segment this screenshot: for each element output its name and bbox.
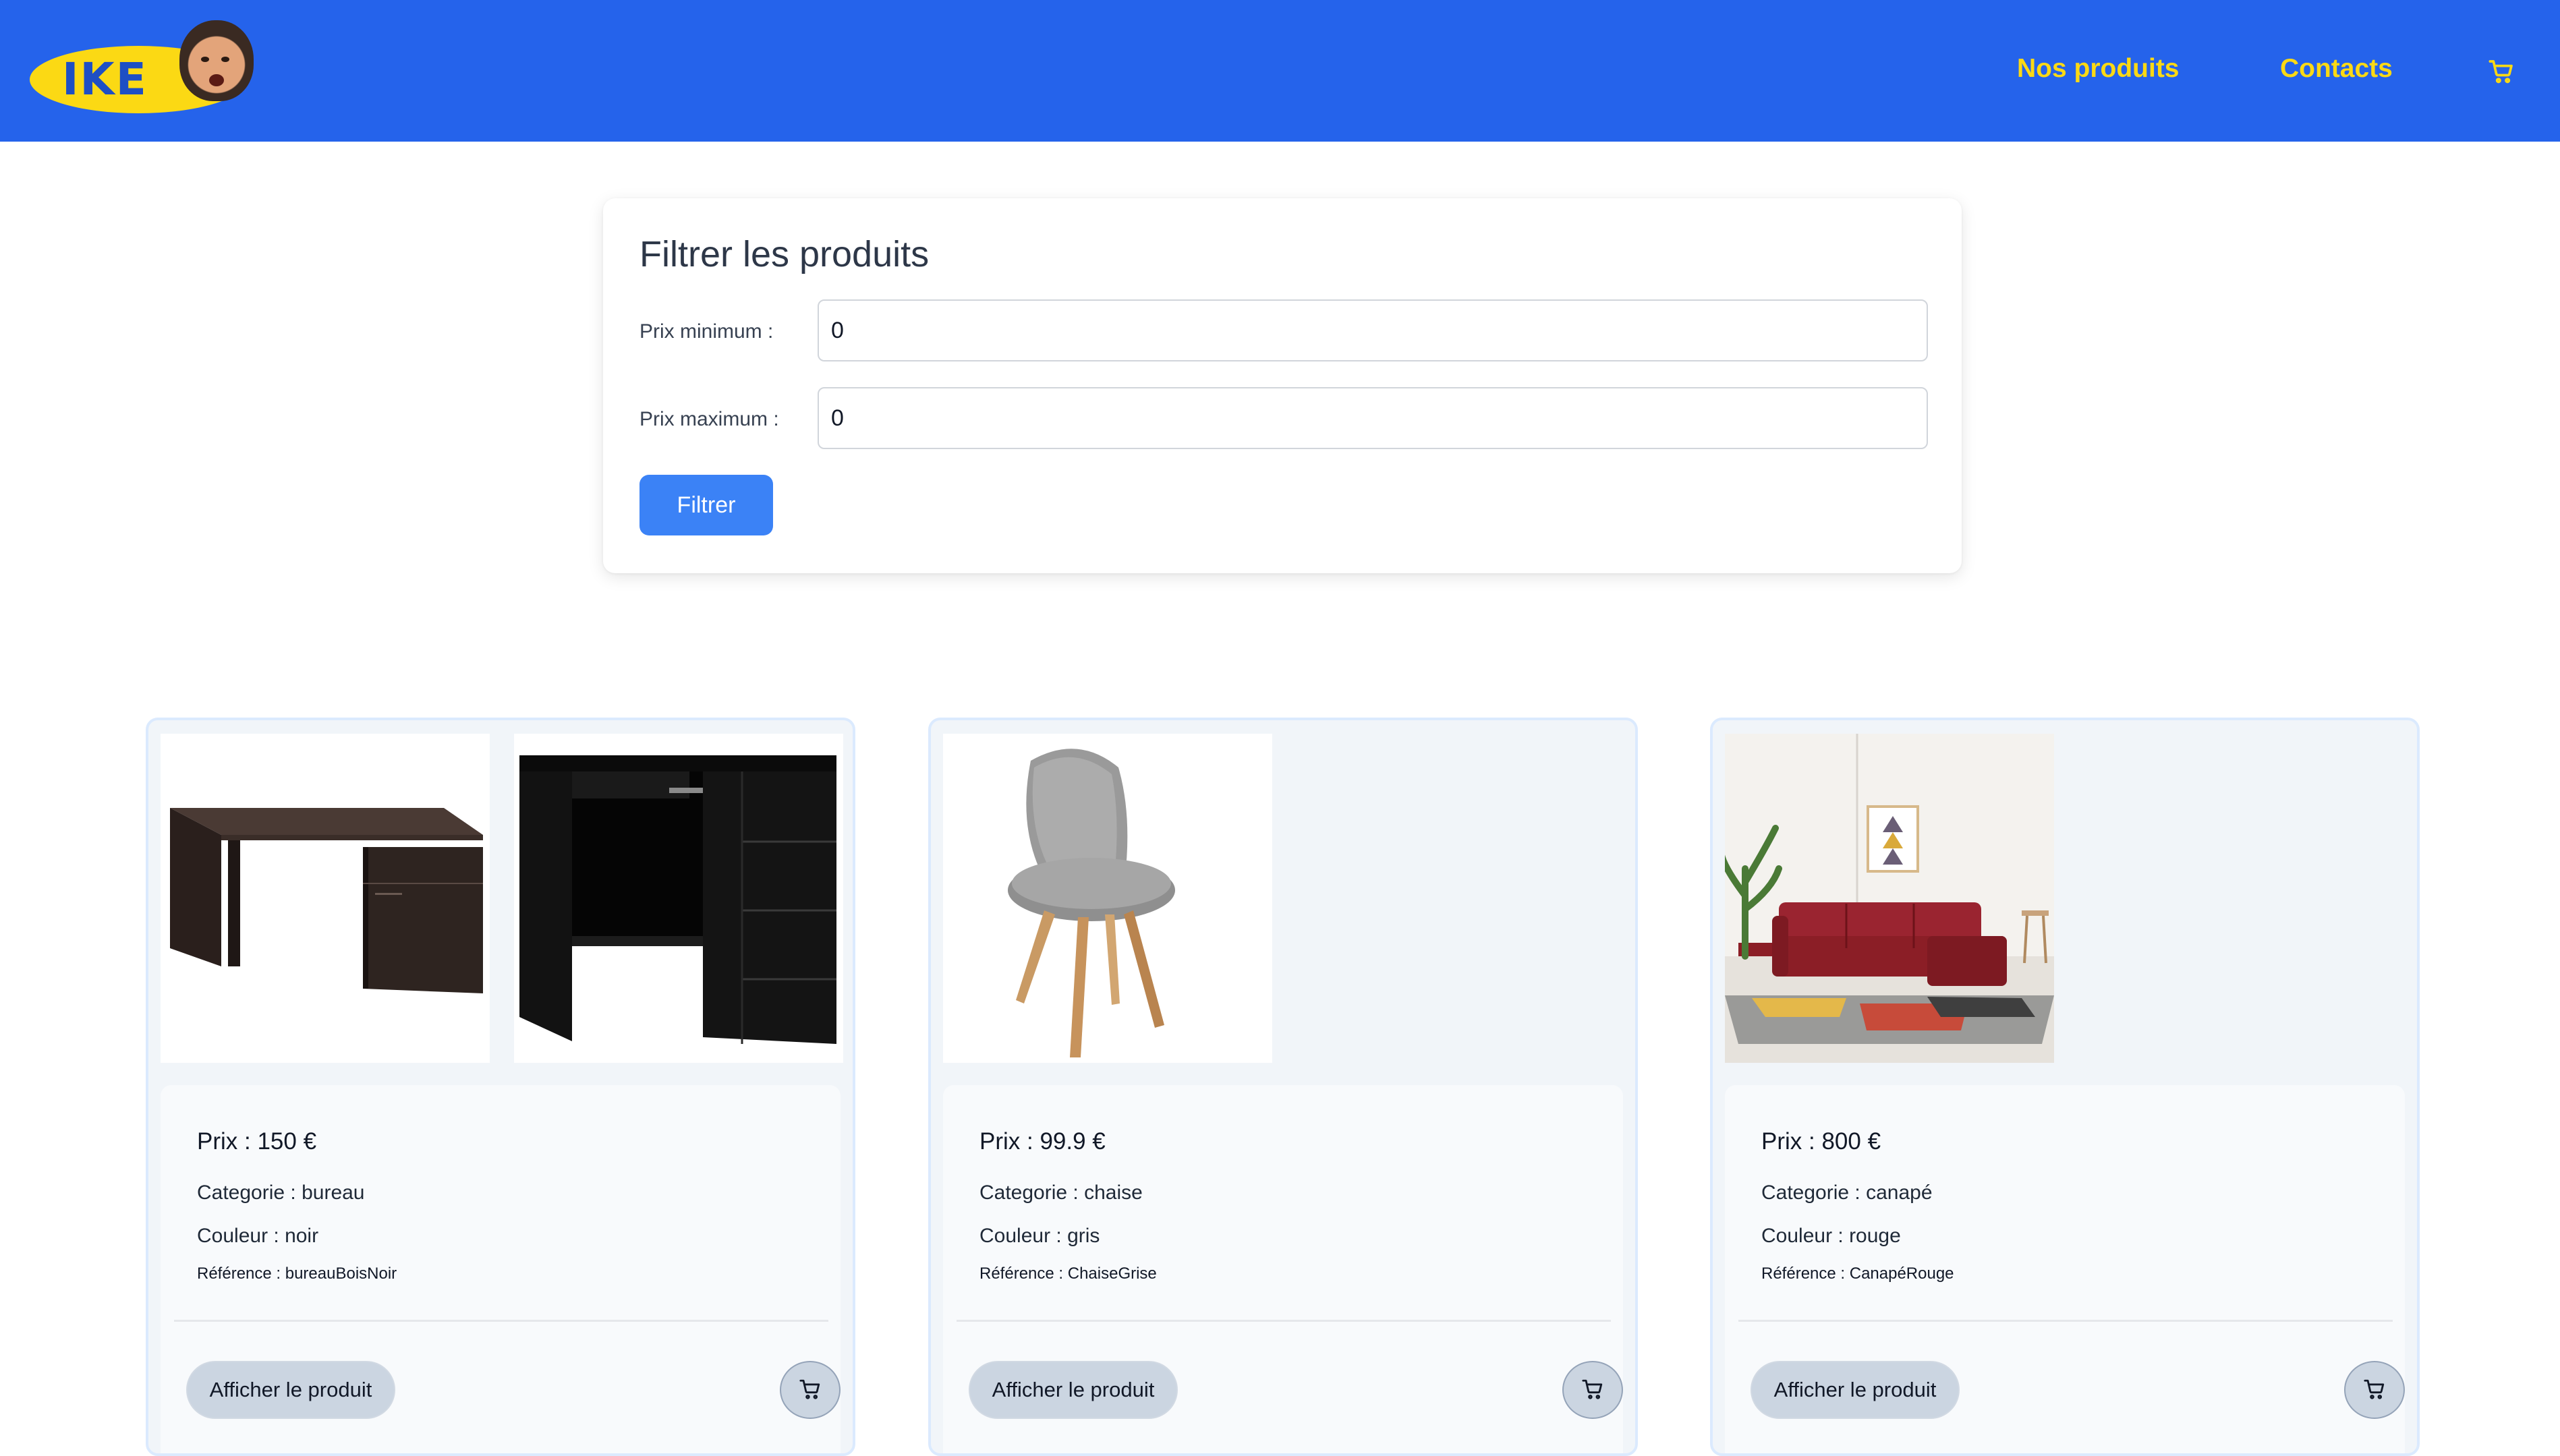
product-card: Prix : 150 € Categorie : bureau Couleur … bbox=[146, 718, 855, 1456]
cart-icon bbox=[1582, 1379, 1603, 1399]
product-price: Prix : 99.9 € bbox=[979, 1128, 1106, 1155]
logo-text: IKE bbox=[62, 53, 148, 105]
product-image-desk-black[interactable] bbox=[514, 734, 843, 1063]
product-category: Categorie : chaise bbox=[979, 1182, 1143, 1204]
top-navbar: IKE Nos produits Contacts bbox=[0, 0, 2560, 142]
product-price: Prix : 800 € bbox=[1761, 1128, 1881, 1155]
max-price-label: Prix maximum : bbox=[639, 408, 779, 430]
product-reference: Référence : bureauBoisNoir bbox=[197, 1264, 397, 1283]
cart-icon[interactable] bbox=[2488, 58, 2515, 85]
view-product-button[interactable]: Afficher le produit bbox=[1751, 1361, 1960, 1419]
product-card: Prix : 800 € Categorie : canapé Couleur … bbox=[1710, 718, 2420, 1456]
product-color: Couleur : rouge bbox=[1761, 1225, 1901, 1247]
filter-panel: Filtrer les produits Prix minimum : Prix… bbox=[603, 198, 1962, 573]
filter-title: Filtrer les produits bbox=[639, 234, 930, 274]
view-product-button[interactable]: Afficher le produit bbox=[969, 1361, 1178, 1419]
add-to-cart-button[interactable] bbox=[2344, 1361, 2405, 1419]
product-info: Prix : 99.9 € Categorie : chaise Couleur… bbox=[943, 1085, 1623, 1453]
product-color: Couleur : gris bbox=[979, 1225, 1100, 1247]
divider bbox=[174, 1320, 828, 1322]
min-price-input[interactable] bbox=[818, 299, 1928, 361]
product-category: Categorie : bureau bbox=[197, 1182, 365, 1204]
product-image-desk-brown[interactable] bbox=[161, 734, 490, 1063]
ikea-logo[interactable]: IKE bbox=[30, 20, 254, 115]
product-reference: Référence : ChaiseGrise bbox=[979, 1264, 1157, 1283]
divider bbox=[957, 1320, 1611, 1322]
product-image-chair-grey[interactable] bbox=[943, 734, 1272, 1063]
logo-face-image bbox=[179, 20, 254, 101]
product-image-sofa-red[interactable] bbox=[1725, 734, 2054, 1063]
product-color: Couleur : noir bbox=[197, 1225, 319, 1247]
max-price-input[interactable] bbox=[818, 387, 1928, 449]
product-reference: Référence : CanapéRouge bbox=[1761, 1264, 1954, 1283]
product-info: Prix : 150 € Categorie : bureau Couleur … bbox=[161, 1085, 841, 1453]
add-to-cart-button[interactable] bbox=[1562, 1361, 1623, 1419]
cart-icon bbox=[2364, 1379, 2385, 1399]
cart-icon bbox=[799, 1379, 820, 1399]
nav-link-products[interactable]: Nos produits bbox=[2017, 53, 2180, 85]
product-category: Categorie : canapé bbox=[1761, 1182, 1933, 1204]
nav-link-contacts[interactable]: Contacts bbox=[2280, 53, 2393, 85]
view-product-button[interactable]: Afficher le produit bbox=[186, 1361, 395, 1419]
divider bbox=[1738, 1320, 2393, 1322]
product-price: Prix : 150 € bbox=[197, 1128, 317, 1155]
filter-button[interactable]: Filtrer bbox=[639, 475, 773, 535]
add-to-cart-button[interactable] bbox=[780, 1361, 841, 1419]
product-info: Prix : 800 € Categorie : canapé Couleur … bbox=[1725, 1085, 2405, 1453]
product-card: Prix : 99.9 € Categorie : chaise Couleur… bbox=[928, 718, 1638, 1456]
min-price-label: Prix minimum : bbox=[639, 320, 774, 343]
